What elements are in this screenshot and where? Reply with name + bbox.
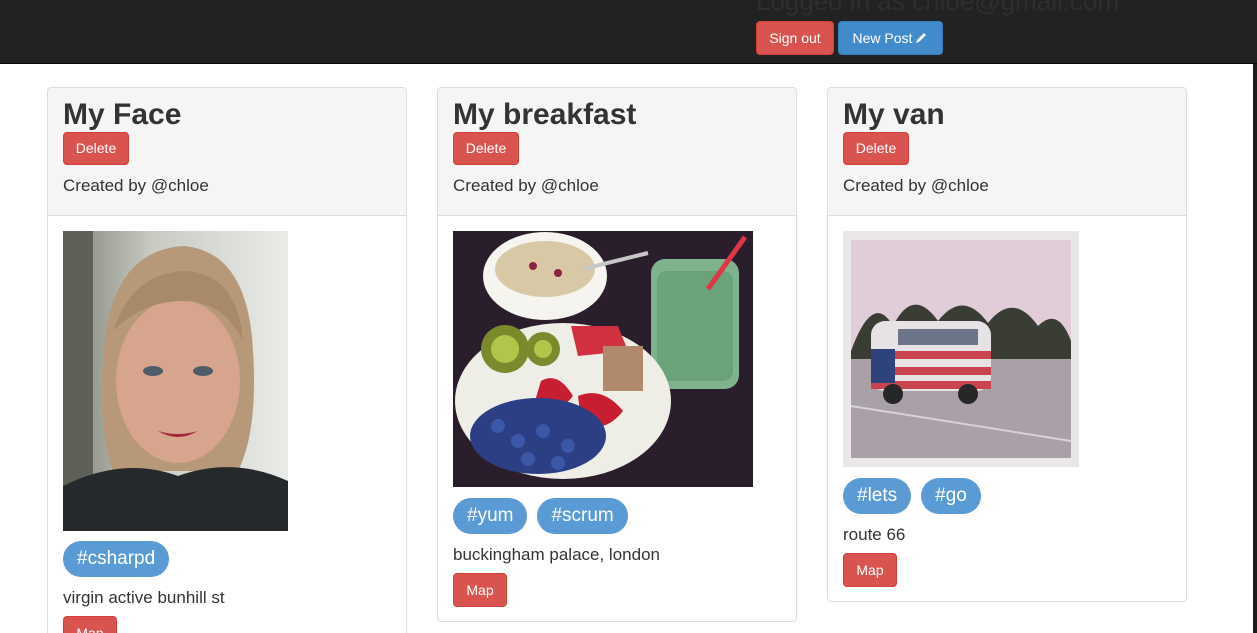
- tag-list: #yum #scrum: [453, 498, 628, 534]
- delete-button[interactable]: Delete: [63, 132, 129, 165]
- post-card: My breakfast Delete Created by @chloe #y…: [437, 87, 797, 622]
- post-author: Created by @chloe: [843, 176, 989, 195]
- tag-badge[interactable]: #go: [921, 478, 981, 514]
- pencil-icon: [916, 33, 927, 43]
- post-card: My Face Delete Created by @chloe #csharp…: [47, 87, 407, 633]
- post-header: My Face Delete Created by @chloe: [48, 88, 406, 216]
- post-location: buckingham palace, london: [453, 545, 660, 564]
- post-author: Created by @chloe: [63, 176, 209, 195]
- post-author: Created by @chloe: [453, 176, 599, 195]
- post-header: My breakfast Delete Created by @chloe: [438, 88, 796, 216]
- post-location: route 66: [843, 525, 906, 544]
- post-title: My van: [843, 98, 945, 131]
- tag-badge[interactable]: #csharpd: [63, 541, 170, 577]
- delete-button[interactable]: Delete: [843, 132, 909, 165]
- sign-out-button[interactable]: Sign out: [756, 21, 834, 55]
- delete-button[interactable]: Delete: [453, 132, 519, 165]
- post-photo-face: [63, 231, 288, 531]
- map-button[interactable]: Map: [453, 573, 507, 607]
- new-post-button[interactable]: New Post: [838, 21, 943, 55]
- new-post-label: New Post: [852, 30, 913, 46]
- post-photo-breakfast: [453, 231, 753, 487]
- tag-badge[interactable]: #lets: [843, 478, 912, 514]
- map-button[interactable]: Map: [843, 553, 897, 587]
- tag-badge[interactable]: #scrum: [537, 498, 628, 534]
- tag-badge[interactable]: #yum: [453, 498, 528, 534]
- post-title: My Face: [63, 98, 182, 131]
- post-photo-van: [843, 231, 1079, 467]
- page-scrollbar[interactable]: [1253, 64, 1257, 633]
- tag-list: #lets #go: [843, 478, 981, 514]
- top-navbar: Logged in as chloe@gmail.com Sign out Ne…: [0, 0, 1257, 64]
- tag-list: #csharpd: [63, 541, 170, 577]
- post-card: My van Delete Created by @chloe #lets #g…: [827, 87, 1187, 602]
- post-title: My breakfast: [453, 98, 637, 131]
- map-button[interactable]: Map: [63, 616, 117, 633]
- post-location: virgin active bunhill st: [63, 588, 225, 607]
- logged-in-text: Logged in as chloe@gmail.com: [756, 0, 1120, 16]
- post-header: My van Delete Created by @chloe: [828, 88, 1186, 216]
